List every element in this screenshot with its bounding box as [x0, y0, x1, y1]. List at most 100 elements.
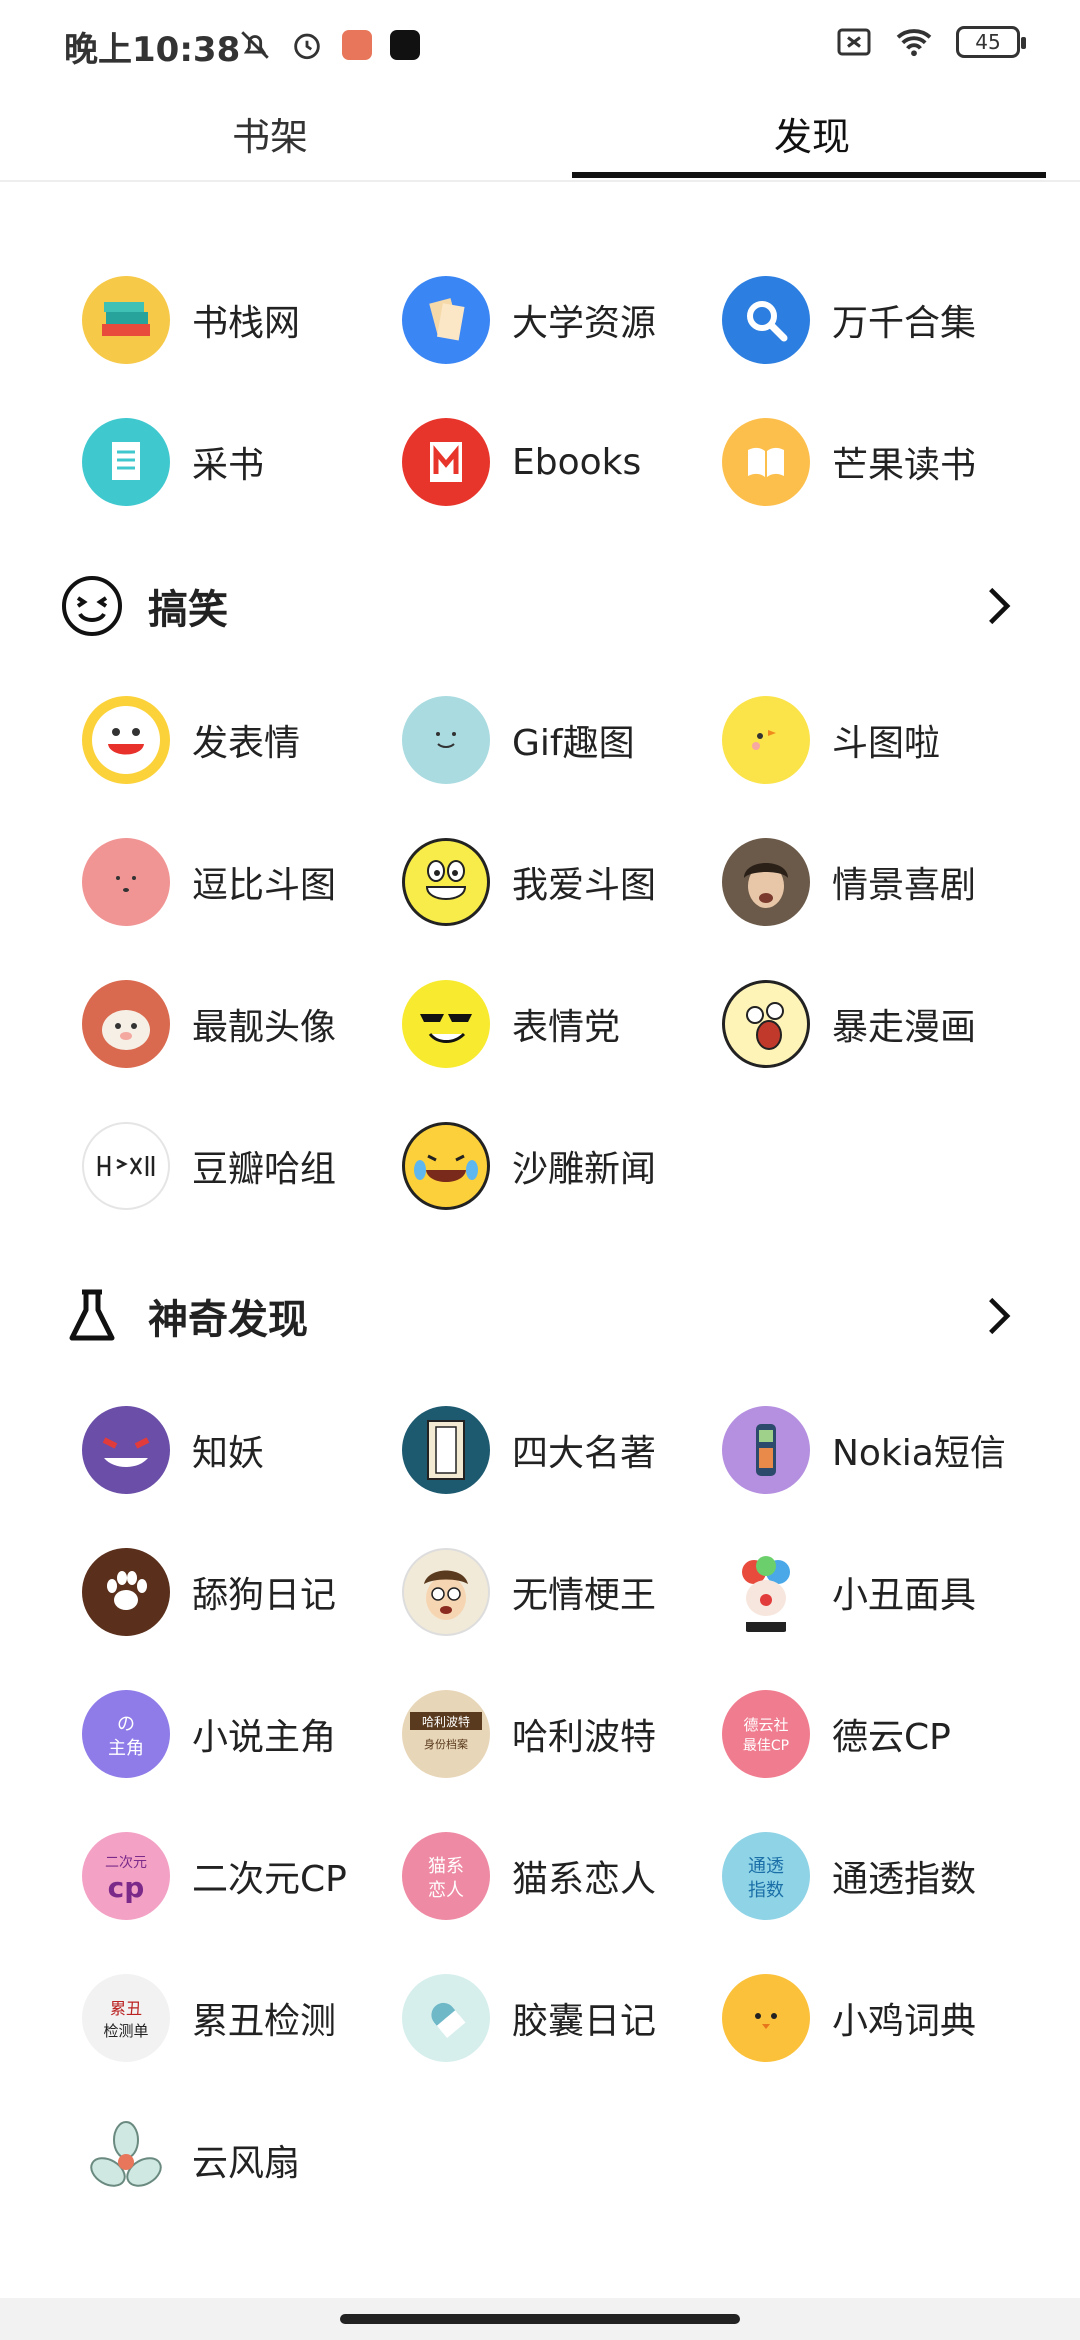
item-biaoqingdang[interactable]: 表情党: [402, 974, 722, 1074]
item-label: 四大名著: [512, 1433, 657, 1474]
item-woai[interactable]: 我爱斗图: [402, 832, 722, 932]
item-deyun[interactable]: 德云社 最佳CP 德云CP: [722, 1684, 1042, 1784]
status-icons-left: [238, 28, 420, 62]
item-label: 小说主角: [192, 1717, 337, 1758]
deyun-icon: 德云社 最佳CP: [722, 1690, 810, 1778]
grin-face-icon: [402, 838, 490, 926]
svg-text:の: の: [117, 1714, 135, 1735]
book-stack-icon: [82, 276, 170, 364]
item-douban[interactable]: 豆瓣哈组: [82, 1116, 402, 1216]
capcut-icon: [390, 30, 420, 60]
item-label: 沙雕新闻: [512, 1149, 657, 1190]
svg-text:哈利波特: 哈利波特: [422, 1714, 470, 1729]
item-sida[interactable]: 四大名著: [402, 1400, 722, 1500]
svg-text:身份档案: 身份档案: [424, 1737, 468, 1751]
active-tab-indicator: [572, 172, 1046, 178]
svg-text:猫系: 猫系: [428, 1856, 464, 1877]
item-label: 发表情: [192, 723, 301, 764]
tab-discover[interactable]: 发现: [572, 96, 1052, 180]
papers-icon: [402, 276, 490, 364]
item-fabiaoqing[interactable]: 发表情: [82, 690, 402, 790]
item-label: 采书: [192, 445, 265, 486]
section-header-discover[interactable]: 神奇发现: [60, 1276, 1020, 1356]
item-erciyuan[interactable]: 二次元 cp 二次元CP: [82, 1826, 402, 1926]
ghost-monster-icon: [82, 1406, 170, 1494]
item-label: 云风扇: [192, 2143, 301, 2184]
ugly-test-icon: 累丑 检测单: [82, 1974, 170, 2062]
clarity-index-icon: 通透 指数: [722, 1832, 810, 1920]
cartoon-pig-icon: [82, 980, 170, 1068]
tab-bookshelf[interactable]: 书架: [30, 96, 510, 180]
app-notification-icon: [342, 30, 372, 60]
item-label: 大学资源: [512, 303, 657, 344]
item-shadiao[interactable]: 沙雕新闻: [402, 1116, 722, 1216]
item-maoxi[interactable]: 猫系 恋人 猫系恋人: [402, 1826, 722, 1926]
harry-potter-icon: 哈利波特 身份档案: [402, 1690, 490, 1778]
home-gesture-handle[interactable]: [340, 2314, 740, 2324]
item-label: 无情梗王: [512, 1575, 657, 1616]
svg-text:检测单: 检测单: [103, 2022, 148, 2040]
sitcom-avatar-icon: [722, 838, 810, 926]
document-icon: [82, 418, 170, 506]
item-label: 知妖: [192, 1433, 265, 1474]
item-label: 累丑检测: [192, 2001, 337, 2042]
laughing-face-icon: [82, 696, 170, 784]
item-ebooks[interactable]: Ebooks: [402, 412, 722, 512]
item-wuqing[interactable]: 无情梗王: [402, 1542, 722, 1642]
item-xiaoji[interactable]: 小鸡词典: [722, 1968, 1042, 2068]
item-caishu[interactable]: 采书: [82, 412, 402, 512]
capsule-icon: [402, 1974, 490, 2062]
item-label: 小丑面具: [832, 1575, 977, 1616]
item-leichou[interactable]: 累丑 检测单 累丑检测: [82, 1968, 402, 2068]
svg-text:二次元: 二次元: [105, 1855, 147, 1871]
alarm-icon: [294, 33, 320, 60]
item-tongtou[interactable]: 通透 指数 通透指数: [722, 1826, 1042, 1926]
item-xiaochou[interactable]: 小丑面具: [722, 1542, 1042, 1642]
section-header-funny[interactable]: 搞笑: [60, 566, 1020, 646]
battery-level: 45: [975, 30, 1001, 54]
item-mangguo[interactable]: 芒果读书: [722, 412, 1042, 512]
wifi-icon: [896, 29, 932, 57]
item-hali[interactable]: 哈利波特 身份档案 哈利波特: [402, 1684, 722, 1784]
rage-face-icon: [722, 980, 810, 1068]
smiley-face-icon: [62, 576, 122, 636]
item-yunfengshan[interactable]: 云风扇: [82, 2110, 402, 2210]
svg-text:cp: cp: [108, 1871, 145, 1904]
sunglasses-face-icon: [402, 980, 490, 1068]
chevron-right-icon[interactable]: [976, 584, 1020, 628]
screen-cast-icon: [837, 28, 871, 56]
item-doubi[interactable]: 逗比斗图: [82, 832, 402, 932]
item-zuiliang[interactable]: 最靓头像: [82, 974, 402, 1074]
chick-icon: [722, 696, 810, 784]
anime-cp-icon: 二次元 cp: [82, 1832, 170, 1920]
tab-label: 发现: [773, 115, 850, 159]
classic-books-icon: [402, 1406, 490, 1494]
item-label: 猫系恋人: [512, 1859, 657, 1900]
item-jiaonang[interactable]: 胶囊日记: [402, 1968, 722, 2068]
item-zhiyao[interactable]: 知妖: [82, 1400, 402, 1500]
item-shuzhan[interactable]: 书栈网: [82, 270, 402, 370]
status-time: 晚上10:38: [64, 30, 241, 70]
flask-icon: [69, 1289, 115, 1341]
item-label: 我爱斗图: [512, 865, 657, 906]
open-book-icon: [722, 418, 810, 506]
cartoon-boy-icon: [402, 1548, 490, 1636]
tab-label: 书架: [231, 115, 308, 159]
item-label: 哈利波特: [512, 1717, 657, 1758]
novel-hero-icon: の主角: [82, 1690, 170, 1778]
item-label: 芒果读书: [832, 445, 977, 486]
item-nokia[interactable]: Nokia短信: [722, 1400, 1042, 1500]
item-baozou[interactable]: 暴走漫画: [722, 974, 1042, 1074]
chevron-right-icon[interactable]: [976, 1294, 1020, 1338]
item-xiaoshuo[interactable]: の主角 小说主角: [82, 1684, 402, 1784]
item-doutula[interactable]: 斗图啦: [722, 690, 1042, 790]
item-label: 斗图啦: [832, 723, 941, 764]
item-label: 胶囊日记: [512, 2001, 657, 2042]
item-daxue[interactable]: 大学资源: [402, 270, 722, 370]
item-qingjing[interactable]: 情景喜剧: [722, 832, 1042, 932]
item-label: 书栈网: [192, 303, 301, 344]
item-tiangou[interactable]: 舔狗日记: [82, 1542, 402, 1642]
svg-text:德云社: 德云社: [743, 1716, 788, 1734]
item-wanqian[interactable]: 万千合集: [722, 270, 1042, 370]
item-gif[interactable]: Gif趣图: [402, 690, 722, 790]
